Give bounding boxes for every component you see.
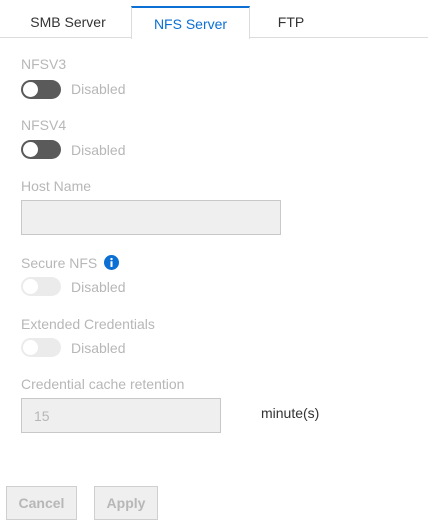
host-name-input[interactable] xyxy=(21,200,281,235)
tab-nfs-server[interactable]: NFS Server xyxy=(131,6,250,39)
nfsv4-label: NFSV4 xyxy=(21,117,67,133)
host-name-label: Host Name xyxy=(21,178,92,194)
cancel-button[interactable]: Cancel xyxy=(6,486,77,520)
extended-credentials-state: Disabled xyxy=(71,340,126,356)
secure-nfs-state: Disabled xyxy=(71,279,126,295)
credential-cache-input[interactable] xyxy=(21,398,221,433)
apply-button[interactable]: Apply xyxy=(94,486,158,520)
extended-credentials-toggle[interactable] xyxy=(21,338,61,357)
credential-cache-unit: minute(s) xyxy=(261,405,320,421)
tab-bar: SMB Server NFS Server FTP xyxy=(0,0,428,39)
nfsv3-label: NFSV3 xyxy=(21,56,67,72)
info-icon[interactable] xyxy=(104,255,119,270)
nfsv3-toggle[interactable] xyxy=(21,80,61,99)
toggle-knob xyxy=(23,279,38,294)
toggle-knob xyxy=(23,82,38,97)
toggle-knob xyxy=(23,340,38,355)
tab-smb-server[interactable]: SMB Server xyxy=(5,6,131,38)
secure-nfs-toggle[interactable] xyxy=(21,277,61,296)
extended-credentials-label: Extended Credentials xyxy=(21,316,155,332)
tab-ftp[interactable]: FTP xyxy=(250,6,332,38)
nfsv4-state: Disabled xyxy=(71,142,126,158)
nfs-settings-panel: SMB Server NFS Server FTP NFSV3 Disabled… xyxy=(0,0,428,525)
secure-nfs-label: Secure NFS xyxy=(21,255,98,271)
nfsv3-state: Disabled xyxy=(71,81,126,97)
credential-cache-label: Credential cache retention xyxy=(21,376,185,392)
nfsv4-toggle[interactable] xyxy=(21,140,61,159)
toggle-knob xyxy=(23,142,38,157)
